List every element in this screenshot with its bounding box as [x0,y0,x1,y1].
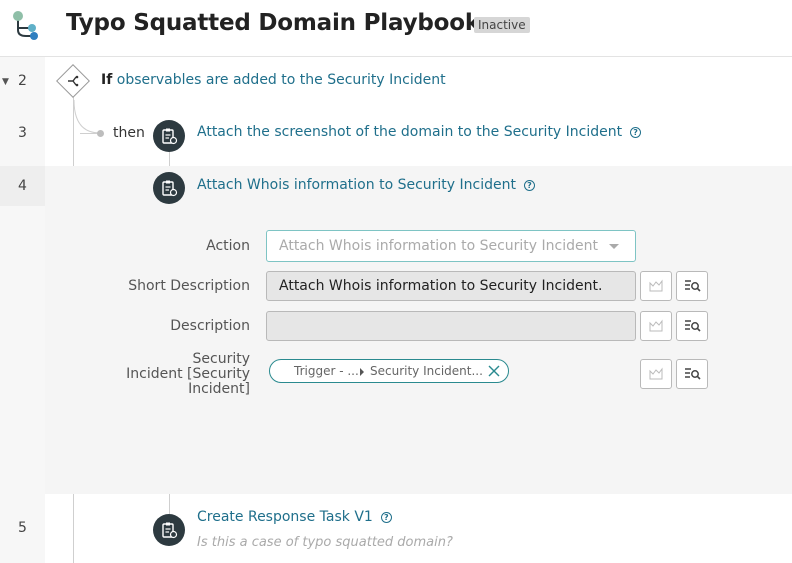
flow-curve [73,100,101,134]
then-label: then [113,125,145,141]
playbook-header: Typo Squatted Domain Playbook Inactive [0,0,792,57]
chart-edit-icon [649,319,663,332]
help-icon[interactable]: ? [523,180,535,191]
search-list-icon [685,368,701,380]
search-list-icon [685,320,701,332]
lookup-button[interactable] [676,359,708,389]
step-icon[interactable] [153,514,185,546]
flow-line [169,150,170,166]
branch-icon [68,75,79,87]
description-input[interactable] [266,311,636,341]
help-icon[interactable]: ? [380,512,392,523]
lookup-button[interactable] [676,271,708,301]
security-incident-label: Security Incident [Security Incident] [100,352,250,397]
if-keyword: If [101,72,113,88]
branch-dot [97,130,104,137]
clipboard-icon [162,180,178,197]
pill-segment-record: Security Incident... [370,364,483,378]
description-label: Description [170,318,250,334]
expression-button[interactable] [640,271,672,301]
caret-right-icon [360,368,364,376]
clipboard-icon [162,522,178,539]
short-description-input[interactable]: Attach Whois information to Security Inc… [266,271,636,301]
chart-edit-icon [649,279,663,292]
step-title-link[interactable]: Attach Whois information to Security Inc… [197,177,535,193]
data-pill[interactable]: Trigger - ... Security Incident... [269,359,509,383]
close-icon[interactable] [488,365,500,377]
label-line: Incident [Security [126,366,250,382]
row-number[interactable]: 2 [0,73,45,91]
row-number[interactable]: 3 [0,125,45,143]
action-label: Action [206,238,250,254]
row-number-active[interactable]: 4 [0,166,45,206]
step-title-text[interactable]: Attach the screenshot of the domain to t… [197,124,622,140]
label-line: Incident] [188,381,250,397]
chart-edit-icon [649,367,663,380]
step-icon[interactable] [153,120,185,152]
step-question: Is this a case of typo squatted domain? [197,535,453,550]
clipboard-icon [162,128,178,145]
lookup-button[interactable] [676,311,708,341]
status-badge: Inactive [474,17,530,33]
page-title: Typo Squatted Domain Playbook [66,10,480,36]
condition-link[interactable]: observables are added to the Security In… [117,72,446,88]
flow-line [169,494,170,514]
flow-logo-icon [13,11,38,40]
help-icon[interactable]: ? [630,127,642,138]
step-title-text[interactable]: Attach Whois information to Security Inc… [197,177,516,193]
chevron-down-icon[interactable] [609,244,619,249]
step-icon[interactable] [153,172,185,204]
expression-button[interactable] [640,311,672,341]
row-number[interactable]: 5 [0,520,45,538]
step-title-link[interactable]: Create Response Task V1? [197,509,392,525]
step-title-link[interactable]: Attach the screenshot of the domain to t… [197,124,642,140]
action-select[interactable]: Attach Whois information to Security Inc… [266,230,636,262]
expression-button[interactable] [640,359,672,389]
action-select-value: Attach Whois information to Security Inc… [279,238,598,254]
short-description-label: Short Description [128,278,250,294]
search-list-icon [685,280,701,292]
pill-segment-trigger: Trigger - ... [294,364,359,378]
step-title-text[interactable]: Create Response Task V1 [197,509,373,525]
condition-text[interactable]: If observables are added to the Security… [101,72,446,88]
label-line: Security [192,351,251,367]
